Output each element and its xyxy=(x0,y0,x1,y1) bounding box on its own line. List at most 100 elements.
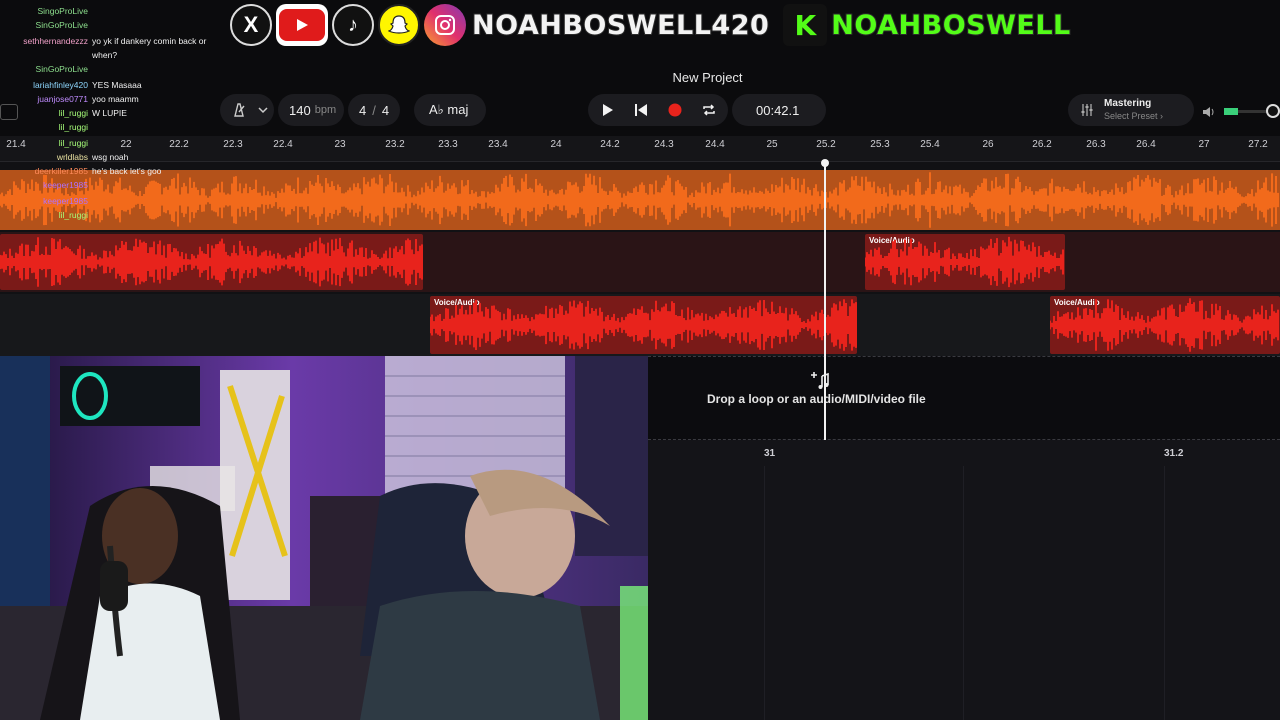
chat-message: SinGoProLive xyxy=(0,64,230,78)
track-3-clip-a[interactable]: Voice/Audio xyxy=(430,296,857,354)
key-value: A♭ maj xyxy=(429,102,469,117)
mixer-icon xyxy=(1081,104,1093,116)
chat-message: SingoProLive xyxy=(0,6,230,20)
social-overlay: X ♪ NOAHBOSWELL420 K NOAHBOSWELL xyxy=(230,2,1071,48)
chat-username: wrldlabs xyxy=(56,152,88,162)
chat-message: wrldlabs wsg noah xyxy=(0,152,230,166)
transport-controls xyxy=(588,94,728,126)
ruler-tick: 24.3 xyxy=(654,139,674,150)
chat-username: SinGoProLive xyxy=(35,20,88,30)
track-2-clip-b[interactable]: Voice/Audio xyxy=(865,234,1065,290)
timeline-lower: 31 31.2 xyxy=(648,440,1280,720)
ruler-tick: 24.2 xyxy=(600,139,620,150)
play-icon[interactable] xyxy=(602,103,614,117)
ruler-tick: 22.4 xyxy=(273,139,293,150)
chat-username: juanjose0771 xyxy=(37,94,88,104)
playhead[interactable] xyxy=(824,162,826,440)
chat-message: when? xyxy=(0,50,230,64)
ruler-tick: 25.3 xyxy=(870,139,890,150)
instagram-icon xyxy=(424,4,466,46)
lower-tick-31: 31 xyxy=(764,448,776,459)
chat-message: lil_ruggi xyxy=(0,138,230,152)
kick-letter: K xyxy=(794,8,817,42)
volume-icon[interactable] xyxy=(1202,105,1216,119)
mastering-label: Mastering xyxy=(1104,98,1152,109)
record-icon[interactable] xyxy=(668,103,682,117)
chat-message: SinGoProLive xyxy=(0,20,230,34)
ruler-tick: 23.2 xyxy=(385,139,405,150)
tempo-pill[interactable]: 140 bpm xyxy=(278,94,344,126)
chat-username: deerkiller1985 xyxy=(34,166,88,176)
chat-message: keeper1985 xyxy=(0,196,230,210)
webcam-scene xyxy=(0,356,648,720)
chat-message: keeper1985 xyxy=(0,180,230,194)
chat-text: when? xyxy=(92,50,118,60)
mastering-preset: Select Preset › xyxy=(1104,111,1164,121)
ruler-tick: 26 xyxy=(982,139,994,150)
chat-username: sethhernandezzz xyxy=(23,36,88,46)
time-value: 00:42.1 xyxy=(756,102,800,118)
chat-message: lil_ruggi W LUPIE xyxy=(0,108,230,122)
ruler-tick: 26.4 xyxy=(1136,139,1156,150)
chat-username: SinGoProLive xyxy=(35,64,88,74)
chat-username: keeper1985 xyxy=(43,180,88,190)
stream-screen: New Project 140 bpm 4 / 4 A♭ maj 00:42.1 xyxy=(0,0,1280,720)
add-music-icon xyxy=(811,372,829,389)
lower-tick-31-2: 31.2 xyxy=(1164,448,1184,459)
drop-zone-text: Drop a loop or an audio/MIDI/video file xyxy=(707,392,926,406)
ruler-tick: 25 xyxy=(766,139,778,150)
grid-line xyxy=(963,466,964,720)
chat-username: lariahfinley420 xyxy=(33,80,88,90)
time-sig-top: 4 xyxy=(359,102,367,118)
chat-username: keeper1985 xyxy=(43,196,88,206)
key-pill[interactable]: A♭ maj xyxy=(414,94,486,126)
tempo-value: 140 xyxy=(289,102,311,118)
project-title[interactable]: New Project xyxy=(600,70,815,85)
skip-back-icon[interactable] xyxy=(634,103,648,117)
metronome-icon xyxy=(234,103,245,117)
youtube-icon xyxy=(276,4,328,46)
chat-username: lil_ruggi xyxy=(58,138,88,148)
track-2-waveform-b xyxy=(865,236,1064,288)
track-2-clip-a[interactable] xyxy=(0,234,423,290)
chat-message: lil_ruggi xyxy=(0,122,230,136)
track-3[interactable]: Voice/Audio Voice/Audio xyxy=(0,294,1280,356)
track-3-waveform-a xyxy=(430,299,857,351)
chat-text: yo yk if dankery comin back or xyxy=(92,36,207,46)
ruler-tick: 24 xyxy=(550,139,562,150)
chat-text: yoo maamm xyxy=(92,94,139,104)
tempo-unit: bpm xyxy=(314,104,337,116)
ruler-tick: 23 xyxy=(334,139,346,150)
chat-text: W LUPIE xyxy=(92,108,127,118)
volume-knob[interactable] xyxy=(1266,104,1280,118)
tiktok-icon: ♪ xyxy=(332,4,374,46)
snapchat-icon xyxy=(378,4,420,46)
social-handle-main: NOAHBOSWELL420 xyxy=(471,9,770,42)
chat-message: lariahfinley420 YES Masaaa xyxy=(0,80,230,94)
loop-icon[interactable] xyxy=(702,103,716,117)
chat-username: lil_ruggi xyxy=(58,122,88,132)
chat-overlay: SingoProLive SinGoProLive sethhernandezzz y… xyxy=(0,0,230,230)
track-2[interactable]: Voice/Audio xyxy=(0,232,1280,292)
chat-message: sethhernandezzz yo yk if dankery comin ba… xyxy=(0,36,230,50)
chat-message: lil_ruggi xyxy=(0,210,230,224)
grid-line xyxy=(1164,466,1165,720)
ruler-tick: 23.4 xyxy=(488,139,508,150)
chat-username: SingoProLive xyxy=(37,6,88,16)
ruler-tick: 25.2 xyxy=(816,139,836,150)
track-2-waveform-a xyxy=(0,237,423,287)
social-handle-kick: NOAHBOSWELL xyxy=(830,9,1071,42)
ruler-tick: 24.4 xyxy=(705,139,725,150)
mastering-button[interactable]: Mastering Select Preset › xyxy=(1068,94,1194,126)
webcam-feed xyxy=(0,356,648,720)
time-display: 00:42.1 xyxy=(732,94,826,126)
chat-message: juanjose0771 yoo maamm xyxy=(0,94,230,108)
track-3-clip-b[interactable]: Voice/Audio xyxy=(1050,296,1280,354)
chat-text: wsg noah xyxy=(92,152,129,162)
chat-text: he's back let's goo xyxy=(92,166,162,176)
chevron-down-icon[interactable] xyxy=(258,106,268,114)
chat-text: YES Masaaa xyxy=(92,80,142,90)
master-volume-slider[interactable] xyxy=(1224,104,1280,118)
time-signature-pill[interactable]: 4 / 4 xyxy=(348,94,400,126)
ruler-tick: 26.2 xyxy=(1032,139,1052,150)
